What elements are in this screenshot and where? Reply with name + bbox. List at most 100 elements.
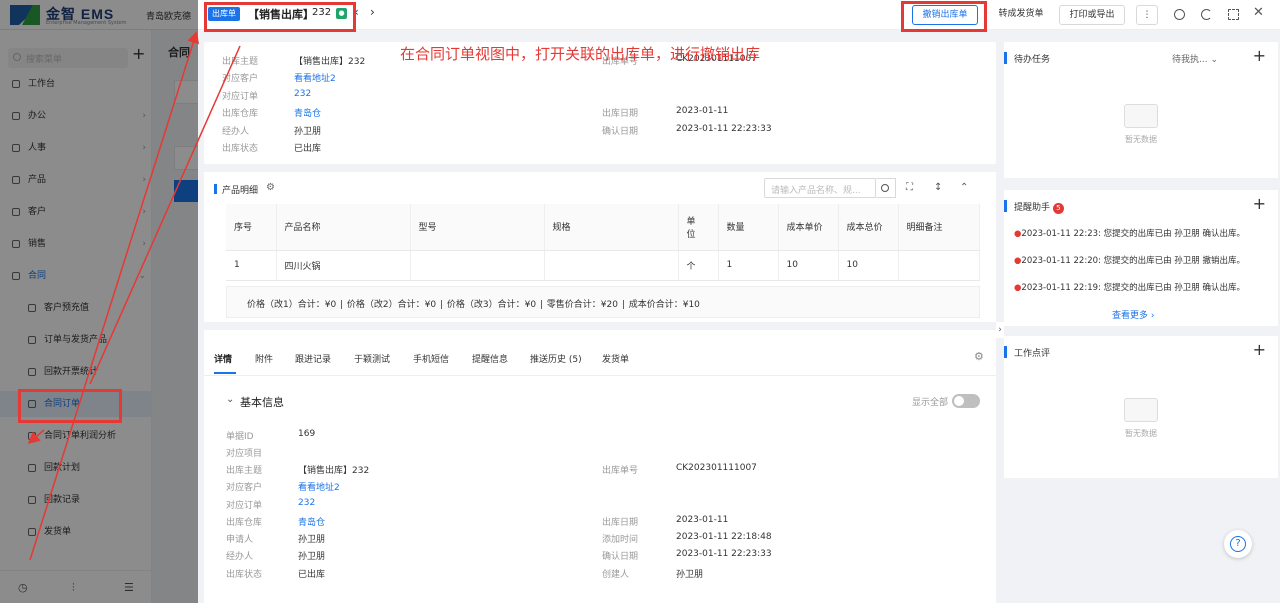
inbox-icon [1124,104,1158,128]
todo-title: 待办任务 [1014,55,1051,65]
product-name-link[interactable]: 四川火锅 [276,250,411,281]
reminder-item[interactable]: ●2023-01-11 22:19: 您提交的出库已由 孙卫朋 确认出库。 [1014,281,1245,293]
print-export-button[interactable]: 打印或导出 [1059,5,1125,25]
column-header: 产品名称 [276,204,411,251]
add-todo-icon[interactable]: + [1253,46,1266,65]
handler-value: 孙卫朋 [298,552,326,562]
search-icon [881,184,889,192]
add-reminder-icon[interactable]: + [1253,194,1266,213]
section-title: 基本信息 [240,396,284,409]
refresh-icon[interactable] [1201,9,1212,20]
section-marker [1004,52,1007,64]
added-time-value: 2023-01-11 22:18:48 [676,532,772,542]
column-header: 序号 [226,204,277,251]
table-cell: 10 [778,250,839,281]
tab-shipment[interactable]: 发货单 [602,352,629,365]
order-link[interactable]: 232 [294,89,311,99]
play-icon[interactable] [1174,9,1185,20]
chevron-right-icon[interactable]: › [370,5,375,19]
tab-followup[interactable]: 跟进记录 [295,352,331,365]
chevron-down-icon[interactable]: ⌄ [226,394,234,405]
column-header: 数量 [718,204,779,251]
help-icon: ? [1230,536,1246,552]
product-search-input[interactable]: 请输入产品名称、规... [764,178,876,198]
help-button[interactable]: ? [1224,530,1252,558]
empty-state: 暂无数据 [1111,398,1171,439]
field-label: 对应客户 [226,483,263,493]
date-value: 2023-01-11 [676,515,729,525]
more-button[interactable]: ⋮ [1136,5,1158,25]
inbox-icon [1124,398,1158,422]
reminder-item[interactable]: ●2023-01-11 22:23: 您提交的出库已由 孙卫朋 确认出库。 [1014,227,1245,239]
todo-filter-select[interactable]: 待我执... ⌄ [1172,52,1218,65]
field-label: 出库日期 [602,518,639,528]
status-value: 已出库 [294,144,322,154]
subject-value: 【销售出库】232 [298,466,370,476]
annotation-text: 在合同订单视图中，打开关联的出库单，进行撤销出库 [400,45,761,63]
tab-reminders[interactable]: 提醒信息 [472,352,508,365]
review-panel: 工作点评 + 暂无数据 [1004,336,1278,478]
tab-attachments[interactable]: 附件 [255,352,273,365]
field-label: 出库日期 [602,109,639,119]
search-button[interactable] [876,178,896,198]
sort-icon[interactable]: ↕ [934,182,942,193]
table-cell [410,250,545,281]
reminder-item[interactable]: ●2023-01-11 22:20: 您提交的出库已由 孙卫朋 撤销出库。 [1014,254,1245,266]
field-label: 经办人 [222,127,250,137]
fullscreen-icon[interactable] [1228,9,1239,20]
order-link[interactable]: 232 [298,498,315,508]
tab-details[interactable]: 详情 [214,352,232,365]
field-label: 申请人 [226,535,254,545]
tab-sms[interactable]: 手机短信 [413,352,449,365]
field-label: 对应订单 [222,92,259,102]
tab-push-history[interactable]: 推送历史 (5) [530,352,582,365]
column-header: 明细备注 [898,204,980,251]
status-value: 已出库 [298,570,326,580]
warehouse-link[interactable]: 青岛仓 [298,515,325,528]
section-marker [1004,346,1007,358]
chevron-right-icon[interactable]: › [996,322,1004,338]
customer-link[interactable]: 看看地址2 [298,480,340,493]
customer-link[interactable]: 看看地址2 [294,71,336,84]
settings-icon[interactable]: ⚙ [266,182,275,193]
field-label: 出库主题 [226,466,263,476]
field-label: 确认日期 [602,127,639,137]
tab-test[interactable]: 于颖测试 [354,352,390,365]
todo-panel: 待办任务 待我执... ⌄ + 暂无数据 [1004,42,1278,178]
field-label: 出库状态 [222,144,259,154]
detail-card: 详情 附件 跟进记录 于颖测试 手机短信 提醒信息 推送历史 (5) 发货单 ⚙… [204,330,996,603]
reminder-badge: 5 [1052,203,1064,214]
confirm-date-value: 2023-01-11 22:23:33 [676,124,772,134]
column-header: 成本总价 [838,204,899,251]
field-label: 单据ID [226,432,254,442]
column-header: 单位 [678,204,719,251]
close-icon[interactable]: ✕ [1253,5,1264,20]
show-all-toggle[interactable] [952,394,980,408]
chevron-up-icon[interactable]: ⌃ [960,182,968,193]
column-header: 成本单价 [778,204,839,251]
view-more-link[interactable]: 查看更多 › [1112,308,1154,321]
add-review-icon[interactable]: + [1253,340,1266,359]
table-cell [898,250,980,281]
field-label: 出库仓库 [222,109,259,119]
settings-icon[interactable]: ⚙ [974,350,984,363]
product-table: 序号 产品名称 型号 规格 单位 数量 成本单价 成本总价 明细备注 1 四川火… [226,204,980,281]
table-cell: 1 [226,250,277,281]
reminder-title: 提醒助手 5 [1014,200,1064,214]
subject-value: 【销售出库】232 [294,57,366,67]
applicant-value: 孙卫朋 [298,535,326,545]
review-title: 工作点评 [1014,349,1051,359]
field-label: 出库单号 [602,466,639,476]
field-label: 对应客户 [222,74,259,84]
product-summary: 价格（改1）合计：¥0 | 价格（改2）合计：¥0 | 价格（改3）合计：¥0 … [226,286,980,318]
creator-value: 孙卫朋 [676,570,704,580]
field-label: 确认日期 [602,552,639,562]
convert-to-shipment-button[interactable]: 转成发货单 [990,5,1052,25]
product-section-title: 产品明细 [222,186,259,196]
field-label: 对应订单 [226,501,263,511]
expand-icon[interactable]: ⛶ [906,182,913,193]
warehouse-link[interactable]: 青岛仓 [294,106,321,119]
table-row: 1 四川火锅 个 1 10 10 [226,250,980,281]
reminder-panel: 提醒助手 5 + ●2023-01-11 22:23: 您提交的出库已由 孙卫朋… [1004,190,1278,326]
date-value: 2023-01-11 [676,106,729,116]
